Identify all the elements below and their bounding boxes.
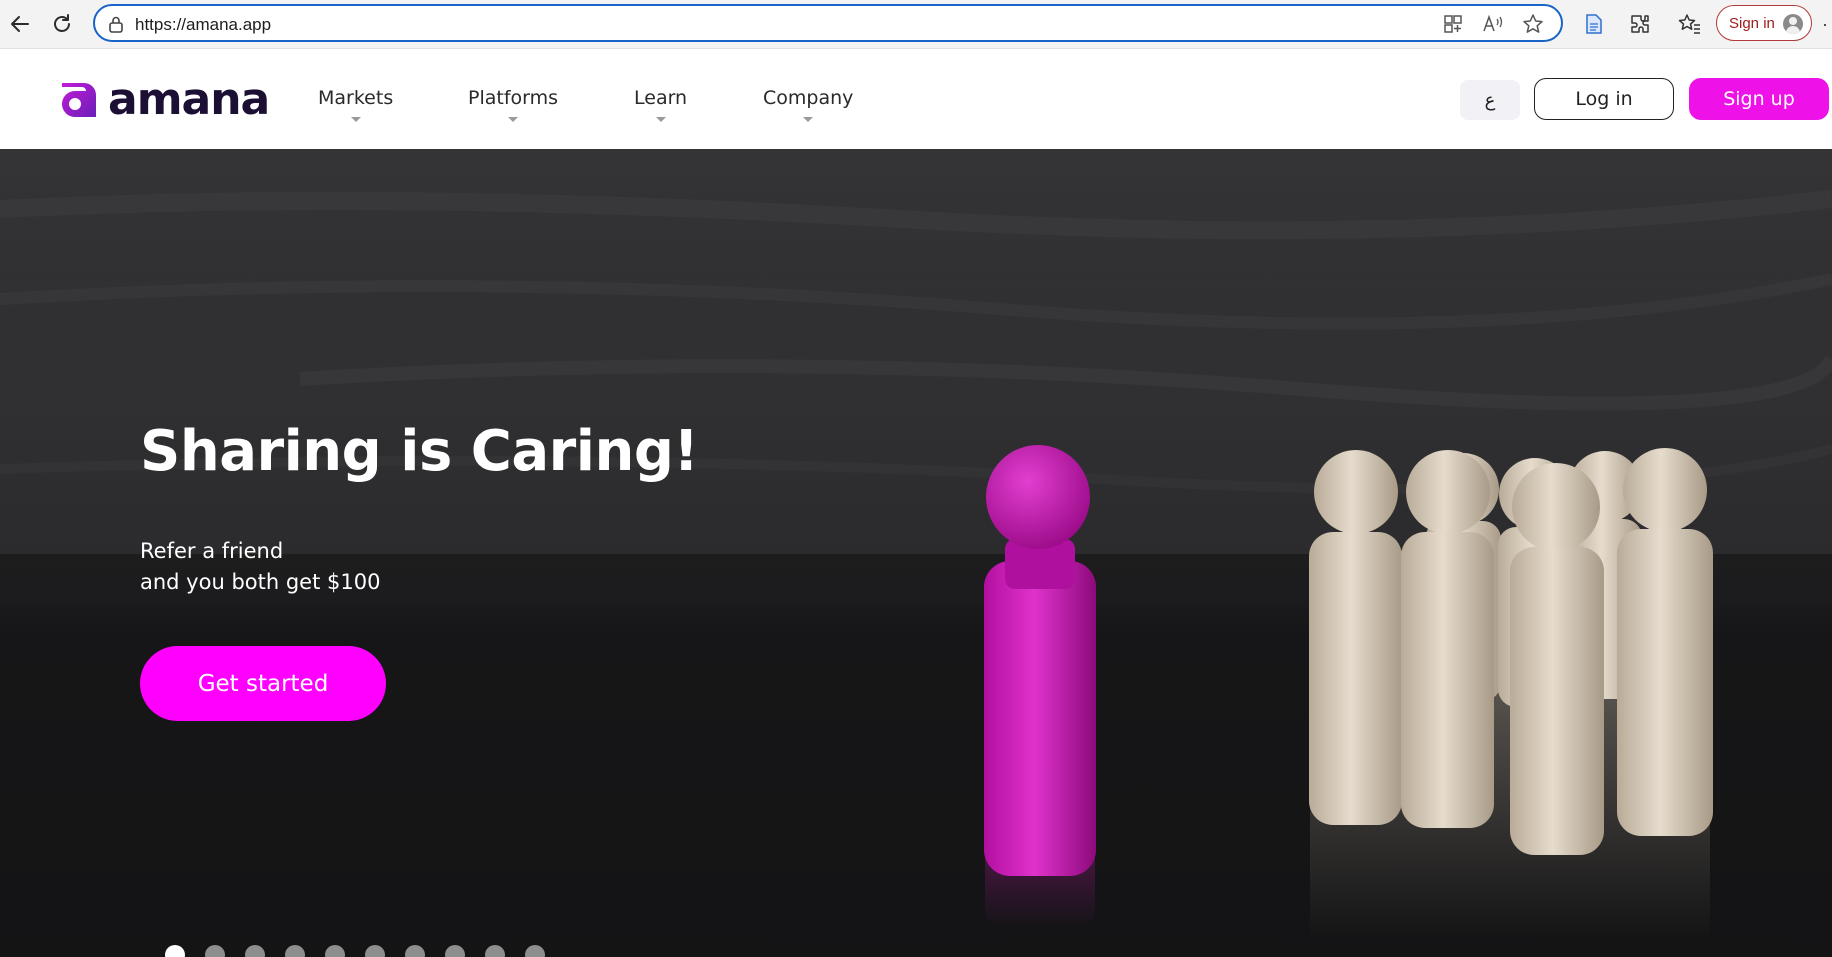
carousel-dot-7[interactable] bbox=[405, 945, 425, 957]
hero-subtitle: Refer a friend and you both get $100 bbox=[140, 536, 380, 598]
carousel-dot-2[interactable] bbox=[205, 945, 225, 957]
chevron-down-icon bbox=[655, 117, 666, 122]
language-toggle-button[interactable]: ع bbox=[1460, 80, 1520, 120]
apps-icon[interactable] bbox=[1441, 12, 1465, 36]
chevron-down-icon bbox=[350, 117, 361, 122]
refresh-icon[interactable] bbox=[44, 6, 80, 42]
carousel-dot-6[interactable] bbox=[365, 945, 385, 957]
hero-subtitle-line-2: and you both get $100 bbox=[140, 570, 381, 594]
carousel-dot-8[interactable] bbox=[445, 945, 465, 957]
logo-text: amana bbox=[108, 73, 270, 125]
signup-button[interactable]: Sign up bbox=[1689, 78, 1829, 120]
lock-icon[interactable] bbox=[107, 15, 125, 33]
nav-platforms-label: Platforms bbox=[468, 87, 559, 109]
favorites-icon[interactable] bbox=[1672, 6, 1708, 42]
nav-markets[interactable]: Markets bbox=[318, 87, 393, 122]
nav-learn[interactable]: Learn bbox=[634, 87, 687, 122]
read-aloud-icon[interactable] bbox=[1481, 12, 1505, 36]
carousel-dot-10[interactable] bbox=[525, 945, 545, 957]
carousel-dot-3[interactable] bbox=[245, 945, 265, 957]
nav-markets-label: Markets bbox=[318, 87, 394, 109]
browser-toolbar: https://amana.app Sign in · bbox=[0, 0, 1832, 49]
carousel-pagination bbox=[165, 945, 545, 957]
chevron-down-icon bbox=[803, 117, 814, 122]
carousel-dot-9[interactable] bbox=[485, 945, 505, 957]
url-text[interactable]: https://amana.app bbox=[135, 15, 271, 35]
hero-title: Sharing is Caring! bbox=[140, 419, 699, 484]
back-icon[interactable] bbox=[2, 6, 38, 42]
more-icon[interactable]: · bbox=[1822, 14, 1828, 35]
extensions-icon[interactable] bbox=[1622, 6, 1658, 42]
document-icon[interactable] bbox=[1576, 6, 1612, 42]
chevron-down-icon bbox=[508, 117, 519, 122]
favorite-star-icon[interactable] bbox=[1521, 12, 1545, 36]
get-started-button[interactable]: Get started bbox=[140, 646, 386, 721]
nav-platforms[interactable]: Platforms bbox=[468, 87, 558, 122]
nav-learn-label: Learn bbox=[634, 87, 688, 109]
hero-banner: Sharing is Caring! Refer a friend and yo… bbox=[0, 149, 1832, 957]
carousel-dot-1[interactable] bbox=[165, 945, 185, 957]
nav-company-label: Company bbox=[763, 87, 854, 109]
logo[interactable]: amana bbox=[58, 73, 270, 125]
carousel-dot-4[interactable] bbox=[285, 945, 305, 957]
site-header: amana Markets Platforms Learn Company ع … bbox=[0, 49, 1832, 149]
login-button[interactable]: Log in bbox=[1534, 78, 1674, 120]
hero-subtitle-line-1: Refer a friend bbox=[140, 539, 284, 563]
address-bar[interactable]: https://amana.app bbox=[93, 4, 1563, 42]
carousel-dot-5[interactable] bbox=[325, 945, 345, 957]
amana-logo-mark-icon bbox=[62, 82, 96, 117]
nav-company[interactable]: Company bbox=[763, 87, 853, 122]
profile-icon bbox=[1783, 14, 1803, 34]
browser-signin-button[interactable]: Sign in bbox=[1716, 5, 1812, 41]
browser-signin-label: Sign in bbox=[1729, 15, 1775, 32]
